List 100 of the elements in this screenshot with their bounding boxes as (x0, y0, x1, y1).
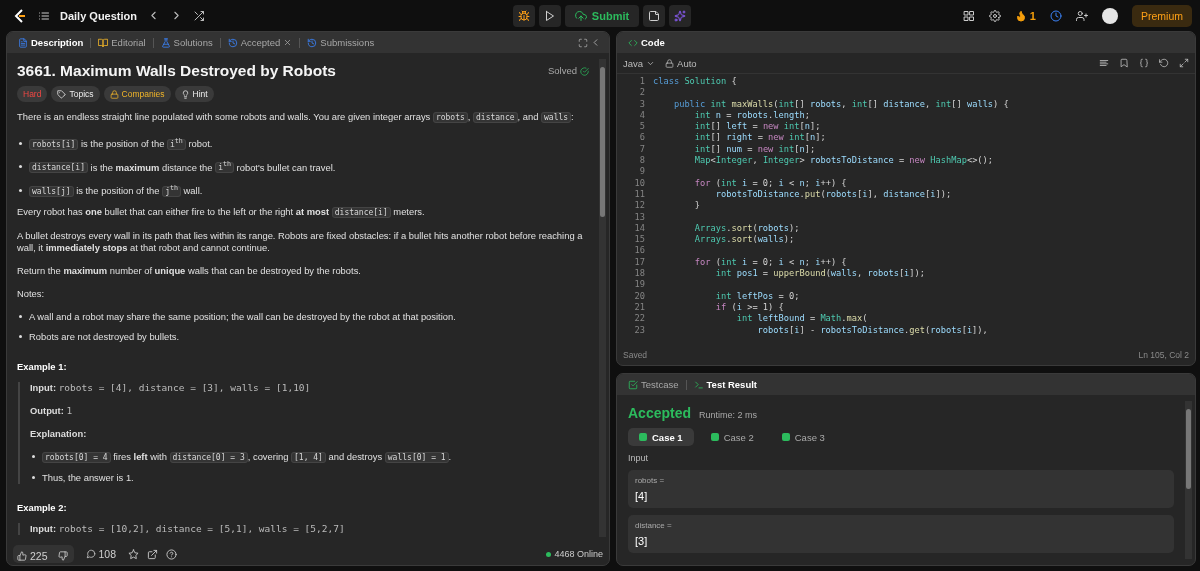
panel-tab[interactable]: Submissions (304, 32, 378, 53)
line-number: 3 (638, 98, 646, 110)
problem-list-icon[interactable] (38, 9, 50, 22)
bullet-item: Robots are not destroyed by bullets. (19, 330, 589, 343)
checkbox-icon (628, 379, 638, 390)
line-number: 1 (638, 76, 646, 88)
code-line: int leftPos = 0; (714, 290, 800, 302)
description-paragraph: Return the maximum number of unique walls that can be destroyed by the robots. (17, 264, 362, 277)
tag-chip[interactable]: Hint (174, 86, 214, 102)
reset-icon[interactable] (1159, 58, 1169, 68)
line-number: 5 (638, 121, 646, 133)
book-icon (98, 37, 109, 48)
code-line: int[] left = new int[n]; (693, 121, 821, 133)
panel-tab[interactable]: Solutions (157, 32, 216, 53)
expand-icon[interactable] (1179, 58, 1189, 68)
code-line: int[] right = new int[n]; (693, 132, 826, 144)
bookmark-icon[interactable] (1119, 58, 1129, 68)
example-line: Output: 1 (30, 404, 74, 417)
check-circle-icon (580, 66, 589, 76)
submit-button[interactable]: Submit (564, 4, 640, 27)
problem-title: 3661. Maximum Walls Destroyed by Robots (17, 65, 336, 77)
code-line: class Solution { (653, 76, 737, 88)
code-line: int[] num = new int[n]; (693, 143, 816, 156)
case-tab[interactable]: Case 1 (628, 428, 694, 446)
example-heading: Example 2: (17, 501, 68, 514)
comments-button[interactable]: 108 (81, 543, 121, 565)
bug-icon (517, 9, 530, 22)
play-icon (543, 9, 556, 22)
input-label: Input (628, 453, 650, 463)
example-line: Explanation: (30, 427, 88, 440)
line-number: 21 (633, 301, 646, 314)
fullscreen-icon[interactable] (578, 37, 588, 48)
code-line: public int maxWalls(int[] robots, int[] distance, int[] walls) { (672, 98, 1009, 110)
panel-tab[interactable]: Editorial (95, 32, 149, 53)
help-icon[interactable] (166, 548, 178, 560)
line-number: 15 (633, 234, 646, 246)
description-paragraph: There is an endless straight line populated with some robots and walls. You are given integer arrays robots , distance , and walls : (17, 111, 575, 124)
bullet-item: robots[i] is the position of the i$^{th}$ robot. (19, 135, 589, 151)
panel-tab[interactable]: Accepted (224, 32, 296, 53)
code-line: int n = robots.length; (693, 109, 810, 122)
line-number: 10 (633, 177, 646, 189)
comment-icon (85, 549, 96, 559)
code-line: for (int i = 0; i < n; i++) { (693, 256, 847, 269)
tag-chip[interactable]: Topics (51, 86, 100, 102)
line-number: 4 (638, 109, 646, 122)
panel-tab[interactable]: Testcase (625, 374, 682, 395)
shuffle-icon[interactable] (193, 9, 206, 22)
add-user-icon[interactable] (1076, 9, 1088, 22)
code-line: if (i >= 1) { (714, 301, 784, 314)
line-number: 7 (638, 143, 646, 156)
format-icon[interactable] (1099, 58, 1109, 68)
verdict: Accepted (628, 405, 692, 421)
panel-tab[interactable]: Test Result (690, 374, 760, 395)
document-icon (18, 37, 28, 48)
case-tab[interactable]: Case 2 (699, 428, 765, 446)
line-number: 22 (633, 313, 646, 325)
code-line: int pos1 = upperBound(walls, robots[i]); (714, 268, 926, 280)
braces-icon[interactable] (1139, 58, 1149, 68)
close-icon[interactable] (283, 38, 293, 47)
run-button[interactable] (538, 4, 561, 27)
sparkle-icon (674, 9, 687, 22)
debug-button[interactable] (512, 4, 535, 27)
line-number: 16 (633, 245, 646, 257)
settings-icon[interactable] (988, 9, 1001, 22)
code-line: Arrays.sort(walls); (693, 234, 795, 246)
auto-mode[interactable]: Auto (665, 57, 697, 69)
share-icon[interactable] (147, 548, 159, 560)
avatar[interactable] (1102, 7, 1118, 24)
tag-icon (57, 89, 67, 99)
grid-icon[interactable] (962, 9, 975, 22)
premium-button[interactable]: Premium (1132, 4, 1192, 27)
line-number: 6 (638, 132, 646, 144)
code-line: Arrays.sort(robots); (693, 222, 800, 235)
star-icon[interactable] (128, 548, 140, 560)
scrollbar[interactable] (599, 59, 606, 537)
timer-icon[interactable] (1050, 9, 1062, 22)
panel-tab[interactable]: Description (15, 32, 87, 53)
example-line: Input: robots = [10,2], distance = [5,1], walls = [5,2,7] (30, 522, 346, 535)
logo-icon[interactable] (12, 7, 28, 24)
code-tab[interactable]: Code (625, 32, 668, 53)
bullet-item: distance[i] is the maximum distance the i$^{th}$ robot's bullet can travel. (19, 158, 589, 175)
case-tab[interactable]: Case 3 (770, 428, 836, 446)
lock-icon (665, 58, 675, 68)
line-number: 18 (633, 268, 646, 280)
line-number: 13 (633, 211, 646, 223)
code-line: for (int i = 0; i < n; i++) { (693, 177, 847, 189)
bullet-item: Thus, the answer is 1. (32, 471, 589, 484)
lightbulb-icon (180, 89, 190, 99)
thumbs-down-icon (57, 551, 68, 561)
streak-counter[interactable]: 1 (1014, 9, 1036, 22)
flame-icon (1014, 9, 1027, 22)
tag-chip[interactable]: Companies (103, 86, 171, 102)
sparkle-button[interactable] (669, 4, 692, 27)
saved-status: Saved (623, 350, 648, 360)
code-icon (628, 37, 638, 48)
solved-status: Solved (547, 65, 589, 77)
problem-list-title[interactable]: Daily Question (60, 9, 138, 22)
note-button[interactable] (643, 4, 666, 27)
scrollbar[interactable] (1185, 401, 1192, 559)
language-select[interactable]: Java (623, 57, 656, 69)
